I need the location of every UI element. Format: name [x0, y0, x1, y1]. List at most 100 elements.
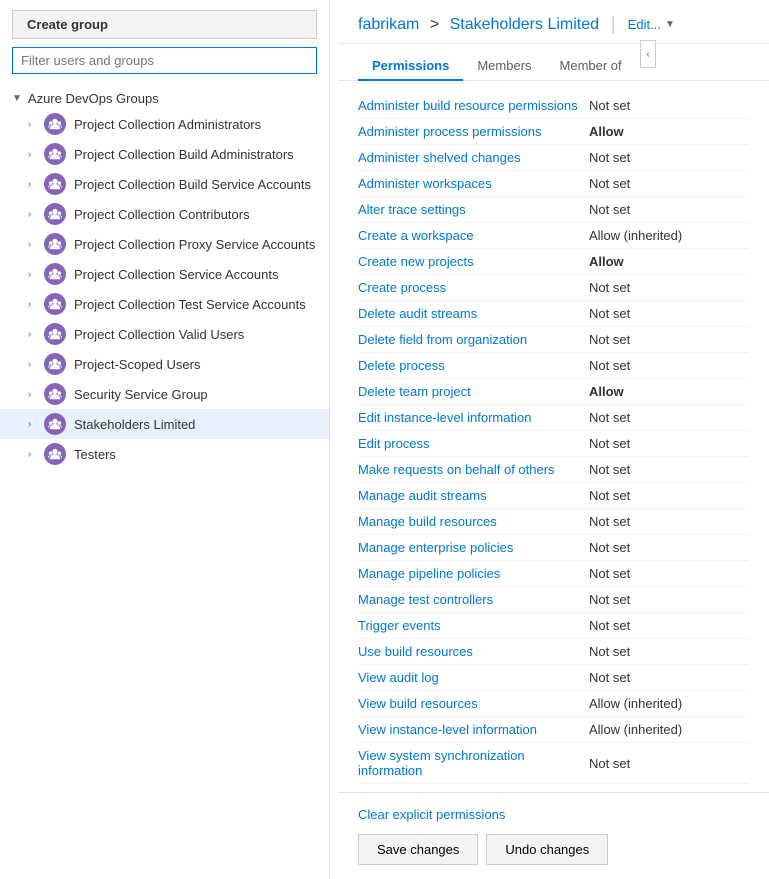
tree-group-header[interactable]: ▼ Azure DevOps Groups: [0, 88, 329, 109]
breadcrumb-root-link[interactable]: fabrikam: [358, 16, 419, 33]
chevron-right-icon: ›: [28, 359, 40, 370]
tree-item[interactable]: › Project-Scoped Users: [0, 349, 329, 379]
group-icon: [44, 263, 66, 285]
permission-row: View audit log Not set: [358, 665, 749, 691]
group-icon: [44, 383, 66, 405]
breadcrumb-bar: fabrikam > Stakeholders Limited | Edit..…: [338, 0, 769, 44]
permission-name[interactable]: Administer shelved changes: [358, 150, 589, 165]
tree-item[interactable]: › Project Collection Build Service Accou…: [0, 169, 329, 199]
permission-name[interactable]: View system synchronization information: [358, 748, 589, 778]
group-icon: [44, 293, 66, 315]
permission-name[interactable]: Trigger events: [358, 618, 589, 633]
permissions-list: Administer build resource permissions No…: [358, 93, 749, 784]
tree-item-label: Project Collection Build Service Account…: [74, 177, 311, 192]
permission-row: Administer shelved changes Not set: [358, 145, 749, 171]
edit-dropdown-button[interactable]: Edit... ▼: [628, 17, 675, 32]
chevron-right-icon: ›: [28, 179, 40, 190]
tree-item[interactable]: › Project Collection Test Service Accoun…: [0, 289, 329, 319]
permission-name[interactable]: Alter trace settings: [358, 202, 589, 217]
permission-row: Use build resources Not set: [358, 639, 749, 665]
permission-name[interactable]: Create new projects: [358, 254, 589, 269]
tree-items-container: › Project Collection Administrators ›: [0, 109, 329, 469]
breadcrumb-current: Stakeholders Limited: [450, 16, 599, 33]
tree-group-label: Azure DevOps Groups: [28, 91, 159, 106]
clear-permissions-link[interactable]: Clear explicit permissions: [358, 807, 749, 822]
permission-name[interactable]: Create process: [358, 280, 589, 295]
permission-row: Trigger events Not set: [358, 613, 749, 639]
group-icon: [44, 323, 66, 345]
permission-value: Not set: [589, 540, 749, 555]
tree-item-label: Project Collection Test Service Accounts: [74, 297, 306, 312]
filter-input[interactable]: [12, 47, 317, 74]
permission-name[interactable]: Edit instance-level information: [358, 410, 589, 425]
permission-row: Administer workspaces Not set: [358, 171, 749, 197]
tree-item[interactable]: › Stakeholders Limited: [0, 409, 329, 439]
tree-item-label: Project Collection Contributors: [74, 207, 250, 222]
permission-name[interactable]: Manage enterprise policies: [358, 540, 589, 555]
tab-memberof[interactable]: Member of: [546, 52, 636, 81]
tree-item[interactable]: › Project Collection Valid Users: [0, 319, 329, 349]
tree-item[interactable]: › Project Collection Proxy Service Accou…: [0, 229, 329, 259]
chevron-down-icon: ▼: [12, 93, 22, 104]
save-changes-button[interactable]: Save changes: [358, 834, 478, 865]
permission-row: Administer build resource permissions No…: [358, 93, 749, 119]
permission-name[interactable]: Edit process: [358, 436, 589, 451]
create-group-button[interactable]: Create group: [12, 10, 317, 39]
permission-value: Not set: [589, 306, 749, 321]
permission-name[interactable]: Administer build resource permissions: [358, 98, 589, 113]
tab-members[interactable]: Members: [463, 52, 545, 81]
collapse-panel-button[interactable]: ‹: [640, 40, 656, 68]
tree-item-label: Project Collection Service Accounts: [74, 267, 278, 282]
permission-row: View instance-level information Allow (i…: [358, 717, 749, 743]
tree-item[interactable]: › Security Service Group: [0, 379, 329, 409]
permission-row: Delete field from organization Not set: [358, 327, 749, 353]
tabs-bar: PermissionsMembersMember of: [338, 44, 769, 81]
tree-item-label: Project Collection Build Administrators: [74, 147, 294, 162]
permission-name[interactable]: Create a workspace: [358, 228, 589, 243]
permission-row: View system synchronization information …: [358, 743, 749, 784]
permission-name[interactable]: Manage pipeline policies: [358, 566, 589, 581]
tree-item[interactable]: › Testers: [0, 439, 329, 469]
permission-name[interactable]: View audit log: [358, 670, 589, 685]
permission-name[interactable]: Delete team project: [358, 384, 589, 399]
chevron-right-icon: ›: [28, 449, 40, 460]
permission-name[interactable]: Delete process: [358, 358, 589, 373]
permission-value: Not set: [589, 566, 749, 581]
tree-item-label: Project Collection Valid Users: [74, 327, 244, 342]
tree-item[interactable]: › Project Collection Contributors: [0, 199, 329, 229]
permission-name[interactable]: Delete audit streams: [358, 306, 589, 321]
tree-item[interactable]: › Project Collection Administrators: [0, 109, 329, 139]
group-icon: [44, 443, 66, 465]
permission-row: Create a workspace Allow (inherited): [358, 223, 749, 249]
permission-name[interactable]: Manage build resources: [358, 514, 589, 529]
permission-value: Not set: [589, 332, 749, 347]
permission-value: Not set: [589, 488, 749, 503]
permission-value: Not set: [589, 98, 749, 113]
permission-name[interactable]: Administer process permissions: [358, 124, 589, 139]
permission-name[interactable]: Make requests on behalf of others: [358, 462, 589, 477]
chevron-right-icon: ›: [28, 239, 40, 250]
permission-name[interactable]: Use build resources: [358, 644, 589, 659]
tab-permissions[interactable]: Permissions: [358, 52, 463, 81]
permission-row: View build resources Allow (inherited): [358, 691, 749, 717]
permission-row: Make requests on behalf of others Not se…: [358, 457, 749, 483]
permission-name[interactable]: Manage audit streams: [358, 488, 589, 503]
tree-item[interactable]: › Project Collection Build Administrator…: [0, 139, 329, 169]
permission-name[interactable]: Manage test controllers: [358, 592, 589, 607]
permission-name[interactable]: Delete field from organization: [358, 332, 589, 347]
permission-name[interactable]: Administer workspaces: [358, 176, 589, 191]
footer-bar: Clear explicit permissions Save changes …: [338, 792, 769, 879]
undo-changes-button[interactable]: Undo changes: [486, 834, 608, 865]
permission-name[interactable]: View build resources: [358, 696, 589, 711]
group-icon: [44, 233, 66, 255]
permission-value: Not set: [589, 462, 749, 477]
permission-name[interactable]: View instance-level information: [358, 722, 589, 737]
permission-row: Create process Not set: [358, 275, 749, 301]
chevron-right-icon: ›: [28, 299, 40, 310]
tree-item-label: Stakeholders Limited: [74, 417, 195, 432]
permission-row: Manage enterprise policies Not set: [358, 535, 749, 561]
tree-item[interactable]: › Project Collection Service Accounts: [0, 259, 329, 289]
permission-value: Not set: [589, 150, 749, 165]
permission-value: Not set: [589, 618, 749, 633]
permission-row: Manage audit streams Not set: [358, 483, 749, 509]
